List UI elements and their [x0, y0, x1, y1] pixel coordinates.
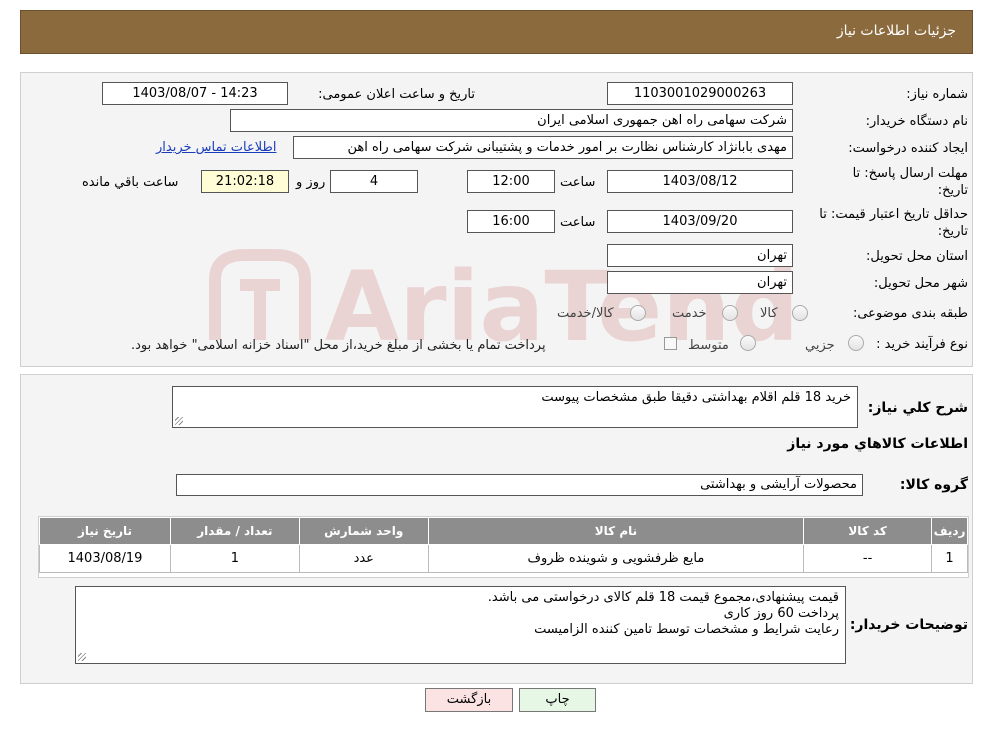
print-button[interactable]: چاپ — [519, 688, 596, 712]
cell-row-number: 1 — [931, 544, 968, 573]
summary-label: شرح کلي نياز: — [867, 400, 968, 416]
table-header-row: ردیف کد کالا نام کالا واحد شمارش تعداد /… — [39, 517, 968, 545]
province-field: تهران — [607, 244, 793, 267]
city-label: شهر محل تحویل: — [873, 276, 968, 291]
buyer-notes-label: توضیحات خریدار: — [849, 617, 968, 633]
process-minor-label: جزیي — [805, 338, 835, 353]
creator-label: ایجاد کننده درخواست: — [848, 141, 968, 156]
deadline-time-field: 12:00 — [467, 170, 555, 193]
price-validity-time-field: 16:00 — [467, 210, 555, 233]
category-service-label: خدمت — [672, 306, 707, 321]
city-field: تهران — [607, 271, 793, 294]
cell-quantity: 1 — [169, 544, 300, 573]
need-number-field: 1103001029000263 — [607, 82, 793, 105]
price-validity-time-label: ساعت — [560, 215, 596, 230]
process-medium-label: متوسط — [688, 338, 729, 353]
items-table-wrapper: ردیف کد کالا نام کالا واحد شمارش تعداد /… — [38, 516, 969, 578]
announce-date-label: تاریخ و ساعت اعلان عمومی: — [318, 87, 475, 102]
remaining-time-label: ساعت باقي مانده — [82, 175, 179, 190]
category-goods-radio[interactable] — [792, 305, 808, 321]
days-remaining-field: 4 — [330, 170, 418, 193]
days-label: روز و — [296, 175, 326, 190]
category-label: طبقه بندی موضوعی: — [852, 306, 968, 321]
price-validity-label-line1: حداقل تاریخ اعتبار قیمت: تا — [819, 207, 968, 222]
buyer-contact-link[interactable]: اطلاعات تماس خریدار — [156, 140, 276, 155]
col-row-number: ردیف — [931, 517, 968, 545]
cell-need-date: 1403/08/19 — [39, 544, 171, 573]
summary-text: خرید 18 قلم اقلام بهداشتی دقیقا طبق مشخص… — [541, 390, 851, 405]
need-number-label: شماره نیاز: — [906, 87, 968, 102]
col-unit: واحد شمارش — [298, 517, 429, 545]
col-quantity: تعداد / مقدار — [169, 517, 300, 545]
category-goods-service-label: کالا/خدمت — [557, 306, 614, 321]
cell-unit: عدد — [298, 544, 429, 573]
page-header: جزئیات اطلاعات نیاز — [20, 10, 973, 54]
treasury-payment-note: پرداخت تمام یا بخشی از مبلغ خرید،از محل … — [131, 338, 546, 353]
deadline-time-label: ساعت — [560, 175, 596, 190]
goods-group-label: گروه کالا: — [899, 477, 968, 493]
category-service-radio[interactable] — [722, 305, 738, 321]
col-item-name: نام کالا — [427, 517, 805, 545]
buyer-org-field: شرکت سهامی راه اهن جمهوری اسلامی ایران — [230, 109, 793, 132]
buyer-notes-resize-handle[interactable] — [78, 653, 86, 661]
page-title: جزئیات اطلاعات نیاز — [836, 23, 956, 39]
category-goods-service-radio[interactable] — [630, 305, 646, 321]
summary-textarea: خرید 18 قلم اقلام بهداشتی دقیقا طبق مشخص… — [172, 386, 858, 428]
buyer-notes-line: قیمت پیشنهادی،مجموع قیمت 18 قلم کالای در… — [487, 590, 839, 605]
price-validity-date-field: 1403/09/20 — [607, 210, 793, 233]
province-label: استان محل تحویل: — [866, 249, 968, 264]
process-medium-radio[interactable] — [740, 335, 756, 351]
buyer-org-label: نام دستگاه خریدار: — [865, 114, 968, 129]
deadline-label-line2: تاریخ: — [937, 183, 968, 198]
treasury-payment-checkbox[interactable] — [664, 337, 677, 350]
buyer-notes-textarea: قیمت پیشنهادی،مجموع قیمت 18 قلم کالای در… — [75, 586, 846, 664]
creator-field: مهدی بابانژاد کارشناس نظارت بر امور خدما… — [293, 136, 793, 159]
goods-group-field: محصولات آرایشی و بهداشتی — [176, 474, 863, 496]
category-goods-label: کالا — [760, 306, 778, 321]
table-row: 1 -- مایع ظرفشویی و شوینده ظروف عدد 1 14… — [39, 544, 968, 573]
items-table: ردیف کد کالا نام کالا واحد شمارش تعداد /… — [39, 517, 968, 573]
price-validity-label-line2: تاریخ: — [937, 224, 968, 239]
process-minor-radio[interactable] — [848, 335, 864, 351]
col-item-code: کد کالا — [803, 517, 933, 545]
buyer-notes-line: پرداخت 60 روز کاری — [723, 606, 839, 621]
cell-item-code: -- — [803, 544, 933, 573]
goods-info-title: اطلاعات کالاهاي مورد نياز — [787, 436, 968, 452]
deadline-label-line1: مهلت ارسال پاسخ: تا — [852, 166, 968, 181]
cell-item-name: مایع ظرفشویی و شوینده ظروف — [427, 544, 805, 573]
announce-date-field: 1403/08/07 - 14:23 — [102, 82, 288, 105]
summary-resize-handle[interactable] — [175, 417, 183, 425]
col-need-date: تاریخ نیاز — [39, 517, 171, 545]
back-button[interactable]: بازگشت — [425, 688, 513, 712]
process-type-label: نوع فرآیند خرید : — [876, 337, 968, 352]
remaining-time-field: 21:02:18 — [201, 170, 289, 193]
buyer-notes-line: رعایت شرایط و مشخصات توسط تامین کننده ال… — [534, 622, 839, 637]
deadline-date-field: 1403/08/12 — [607, 170, 793, 193]
